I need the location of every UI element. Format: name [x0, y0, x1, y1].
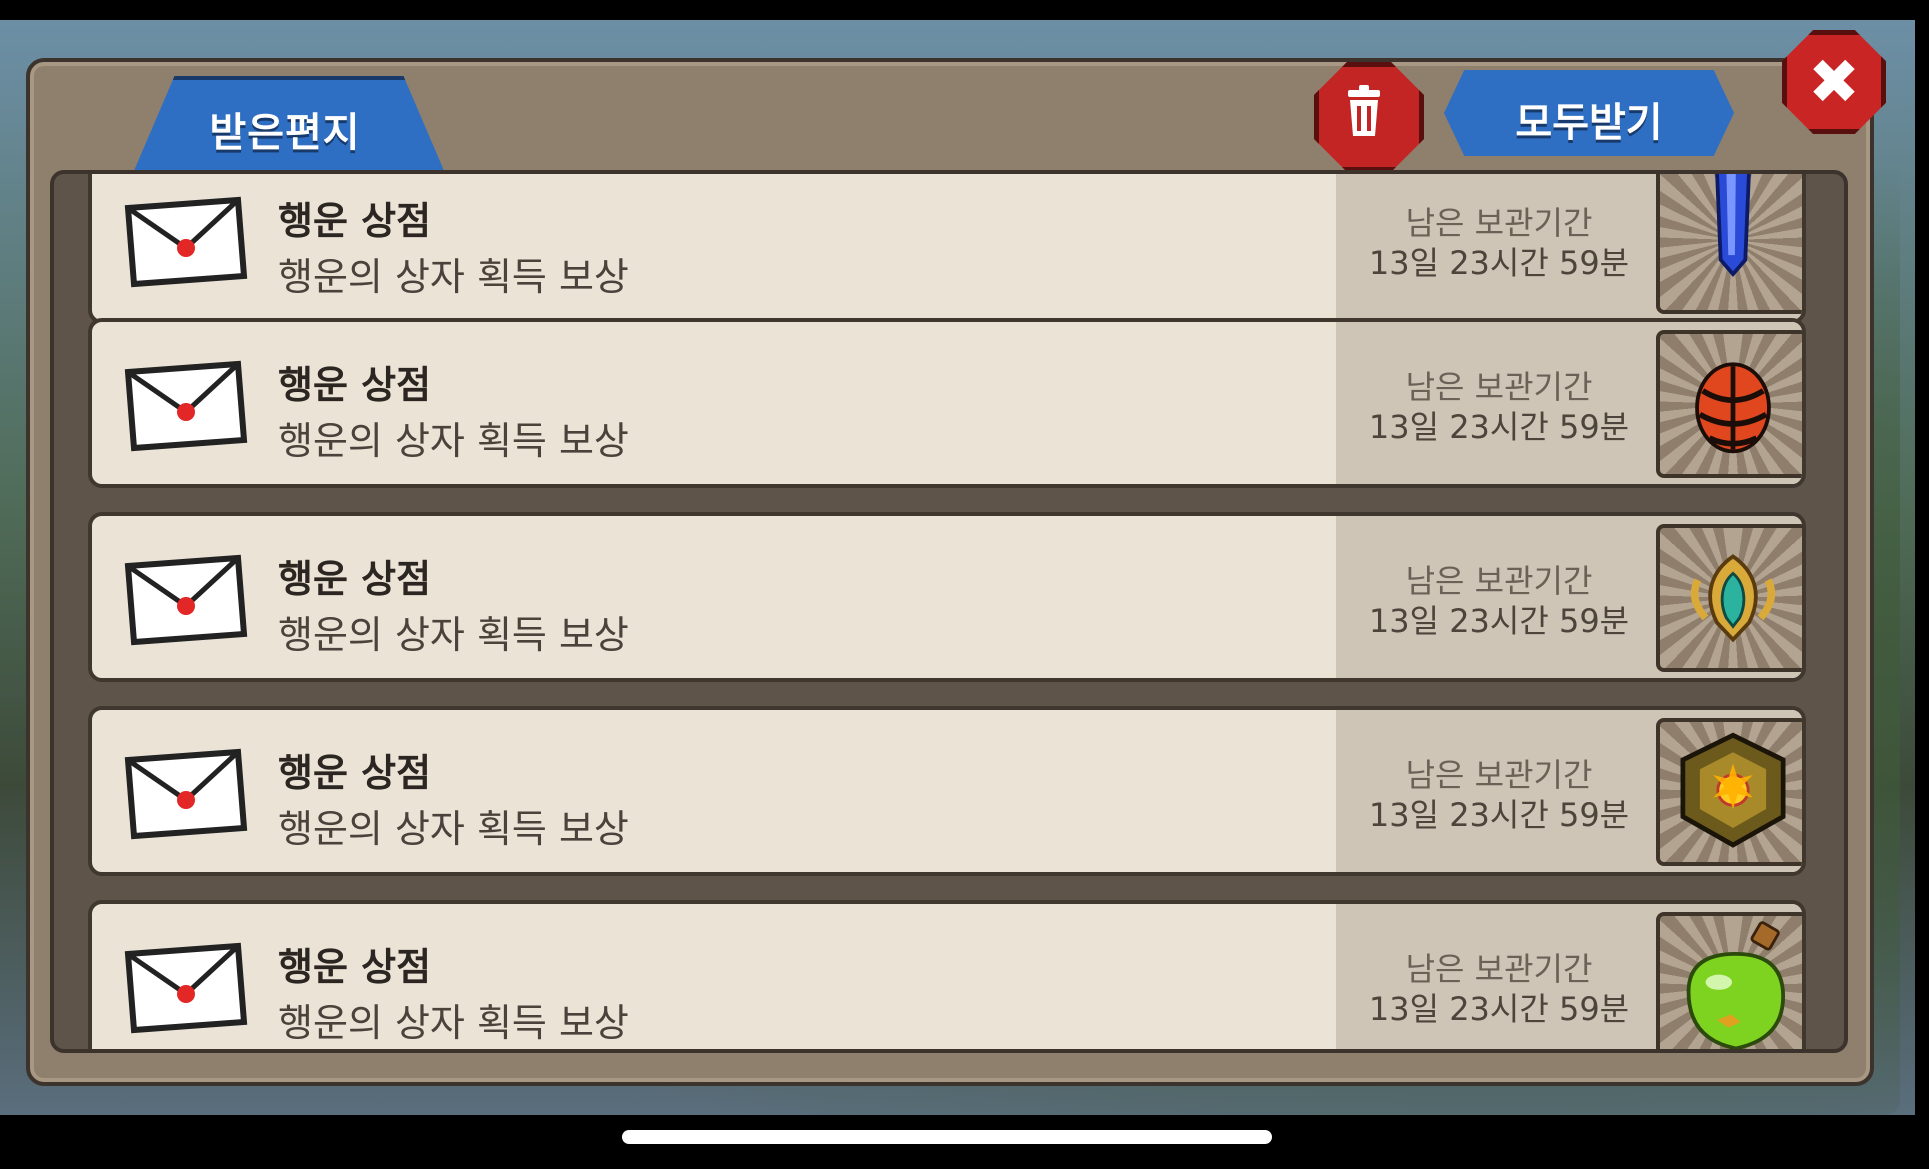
receive-all-label: 모두받기 [1515, 100, 1663, 146]
green-potion-flask-icon [1686, 921, 1786, 1049]
envelope-icon [124, 554, 248, 646]
envelope-icon [124, 196, 248, 288]
golden-winged-emblem-icon [1690, 554, 1776, 643]
mail-row[interactable]: 행운 상점 행운의 상자 획득 보상 남은 보관기간 13일 23시간 59분 [88, 512, 1806, 682]
mail-sender: 행운 상점 [278, 557, 432, 601]
reward-item-frame[interactable] [1656, 718, 1802, 866]
mail-sender: 행운 상점 [278, 363, 432, 407]
mail-row[interactable]: 행운 상점 행운의 상자 획득 보상 남은 보관기간 13일 23시간 59분 [88, 318, 1806, 488]
expiry-value: 13일 23시간 59분 [1368, 602, 1630, 640]
mail-description: 행운의 상자 획득 보상 [278, 255, 629, 299]
mail-description: 행운의 상자 획득 보상 [278, 419, 629, 463]
tab-inbox-label: 받은편지 [209, 110, 361, 156]
reward-item-frame[interactable] [1656, 912, 1802, 1049]
envelope-icon [124, 942, 248, 1034]
expiry-value: 13일 23시간 59분 [1368, 244, 1630, 282]
expiry-value: 13일 23시간 59분 [1368, 990, 1630, 1028]
mail-description: 행운의 상자 획득 보상 [278, 807, 629, 851]
mail-row[interactable]: 행운 상점 행운의 상자 획득 보상 남은 보관기간 13일 23시간 59분 [88, 900, 1806, 1049]
mail-sender: 행운 상점 [278, 945, 432, 989]
reward-item-frame[interactable] [1656, 174, 1802, 314]
red-dragon-egg-icon [1695, 362, 1771, 454]
envelope-icon [124, 360, 248, 452]
gold-sun-medal-icon [1680, 732, 1786, 848]
reward-item-frame[interactable] [1656, 524, 1802, 672]
blue-crystal-shard-icon [1715, 174, 1751, 277]
expiry-value: 13일 23시간 59분 [1368, 796, 1630, 834]
mail-sender: 행운 상점 [278, 751, 432, 795]
home-indicator[interactable] [622, 1130, 1272, 1144]
close-icon: ✖ [1808, 45, 1860, 118]
reward-item-frame[interactable] [1656, 330, 1802, 478]
mail-list[interactable]: 행운 상점 행운의 상자 획득 보상 남은 보관기간 13일 23시간 59분 … [50, 170, 1848, 1053]
mail-row[interactable]: 행운 상점 행운의 상자 획득 보상 남은 보관기간 13일 23시간 59분 [88, 706, 1806, 876]
mail-description: 행운의 상자 획득 보상 [278, 1001, 629, 1045]
mail-description: 행운의 상자 획득 보상 [278, 613, 629, 657]
expiry-value: 13일 23시간 59분 [1368, 408, 1630, 446]
mail-sender: 행운 상점 [278, 199, 432, 243]
trash-icon [1348, 85, 1380, 136]
envelope-icon [124, 748, 248, 840]
mail-row[interactable]: 행운 상점 행운의 상자 획득 보상 남은 보관기간 13일 23시간 59분 [88, 174, 1806, 324]
